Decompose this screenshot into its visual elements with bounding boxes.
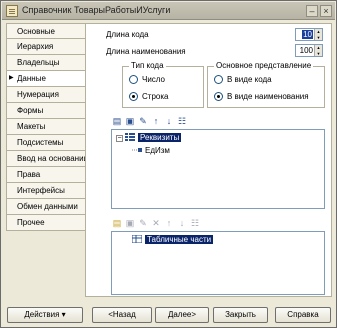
tab-data[interactable]: Данные — [6, 71, 86, 87]
name-length-value[interactable]: 100 — [300, 46, 313, 55]
tab-label: Иерархия — [17, 42, 54, 51]
radio-selected-icon — [214, 92, 223, 101]
code-length-value[interactable]: 10 — [302, 30, 313, 39]
tree-node-attributes[interactable]: − Реквизиты — [116, 133, 182, 142]
attributes-toolbar: ▤ ▣ ✎ ↑ ↓ ☷ — [112, 116, 190, 128]
move-up-icon: ↑ — [166, 218, 172, 228]
tab-forms[interactable]: Формы — [6, 103, 86, 119]
close-button[interactable]: Закрыть — [213, 307, 268, 323]
edit-icon[interactable]: ✎ — [138, 116, 148, 126]
tab-layouts[interactable]: Макеты — [6, 119, 86, 135]
tab-label: Прочее — [17, 218, 45, 227]
title-bar: Справочник ТоварыРаботыИУслуги – × — [2, 2, 335, 20]
tab-label: Интерфейсы — [17, 186, 65, 195]
radio-label: В виде кода — [227, 75, 272, 84]
tab-owners[interactable]: Владельцы — [6, 55, 86, 71]
tab-label: Макеты — [17, 122, 46, 131]
radio-number[interactable]: Число — [129, 75, 165, 84]
tabular-sections-tree[interactable]: Табличные части — [111, 231, 325, 295]
move-down-icon: ↓ — [179, 218, 185, 228]
radio-circle-icon — [214, 75, 223, 84]
next-button[interactable]: Далее> — [155, 307, 209, 323]
radio-circle-icon — [129, 75, 138, 84]
tab-numbering[interactable]: Нумерация — [6, 87, 86, 103]
move-up-icon[interactable]: ↑ — [151, 116, 161, 126]
tree-node-unit[interactable]: ЕдИзм — [132, 146, 170, 155]
dialog-window: Справочник ТоварыРаботыИУслуги – × Основ… — [0, 0, 337, 328]
tab-label: Ввод на основании — [17, 154, 89, 163]
tab-rights[interactable]: Права — [6, 167, 86, 183]
tab-label: Обмен данными — [17, 202, 78, 211]
button-label: Справка — [287, 310, 319, 319]
tab-input-based-on[interactable]: Ввод на основании — [6, 151, 89, 167]
actions-button[interactable]: Действия ▾ — [7, 307, 83, 323]
sort-icon[interactable]: ☷ — [177, 116, 187, 126]
attribute-icon — [132, 148, 142, 152]
spin-down-icon[interactable]: ▼ — [314, 34, 322, 40]
name-length-spinner[interactable]: 100 ▲ ▼ — [295, 44, 323, 57]
tab-label: Нумерация — [17, 90, 59, 99]
close-icon[interactable]: × — [320, 5, 332, 17]
tree-node-label: Табличные части — [145, 235, 214, 244]
button-label: Действия — [24, 310, 60, 319]
radio-label: В виде наименования — [227, 92, 309, 101]
button-label: Далее> — [167, 310, 197, 319]
code-length-spinner[interactable]: 10 ▲ ▼ — [295, 28, 323, 41]
tab-hierarchy[interactable]: Иерархия — [6, 39, 86, 55]
tab-label: Основные — [17, 27, 55, 36]
data-tab-pane: Длина кода 10 ▲ ▼ Длина наименования 100 … — [85, 23, 332, 297]
tab-data-exchange[interactable]: Обмен данными — [6, 199, 86, 215]
tree-node-label: ЕдИзм — [145, 146, 170, 155]
chevron-down-icon: ▾ — [61, 310, 66, 319]
collapse-icon[interactable]: − — [116, 135, 123, 142]
tab-label: Подсистемы — [17, 138, 64, 147]
radio-string[interactable]: Строка — [129, 92, 168, 101]
tree-node-tabular[interactable]: Табличные части — [132, 235, 214, 244]
code-length-label: Длина кода — [106, 30, 149, 39]
main-presentation-group: Основное представление В виде кода В вид… — [207, 61, 325, 108]
tab-label: Данные — [17, 74, 46, 83]
tab-list: Основные Иерархия Владельцы Данные Нумер… — [6, 23, 89, 231]
minimize-icon[interactable]: – — [306, 5, 318, 17]
attributes-tree[interactable]: − Реквизиты ЕдИзм — [111, 129, 325, 209]
copy-icon[interactable]: ▣ — [125, 116, 135, 126]
table-icon — [132, 235, 142, 243]
back-button[interactable]: <Назад — [92, 307, 152, 323]
attributes-icon — [125, 133, 135, 141]
help-button[interactable]: Справка — [275, 307, 331, 323]
add-icon[interactable]: ▤ — [112, 218, 122, 228]
radio-as-name[interactable]: В виде наименования — [214, 92, 309, 101]
tab-label: Права — [17, 170, 41, 179]
catalog-icon — [6, 5, 18, 17]
delete-icon: ✕ — [152, 218, 160, 228]
tab-other[interactable]: Прочее — [6, 215, 86, 231]
sort-icon: ☷ — [190, 218, 200, 228]
code-type-title: Тип кода — [129, 61, 166, 70]
button-label: <Назад — [108, 310, 136, 319]
code-type-group: Тип кода Число Строка — [122, 61, 204, 108]
edit-icon: ✎ — [139, 218, 147, 228]
button-label: Закрыть — [225, 310, 256, 319]
radio-as-code[interactable]: В виде кода — [214, 75, 272, 84]
main-presentation-title: Основное представление — [214, 61, 314, 70]
tabular-toolbar: ▤ ▣ ✎ ✕ ↑ ↓ ☷ — [112, 218, 203, 230]
radio-label: Число — [142, 75, 166, 84]
tab-interfaces[interactable]: Интерфейсы — [6, 183, 86, 199]
tree-node-label: Реквизиты — [138, 133, 182, 142]
radio-label: Строка — [142, 92, 169, 101]
radio-selected-icon — [129, 92, 138, 101]
name-length-label: Длина наименования — [106, 47, 186, 56]
add-icon[interactable]: ▤ — [112, 116, 122, 126]
tab-label: Формы — [17, 106, 44, 115]
spin-down-icon[interactable]: ▼ — [314, 50, 322, 56]
move-down-icon[interactable]: ↓ — [164, 116, 174, 126]
tab-label: Владельцы — [17, 58, 60, 67]
tab-subsystems[interactable]: Подсистемы — [6, 135, 86, 151]
tab-basic[interactable]: Основные — [6, 23, 86, 39]
copy-icon: ▣ — [125, 218, 135, 228]
window-title: Справочник ТоварыРаботыИУслуги — [22, 5, 171, 15]
